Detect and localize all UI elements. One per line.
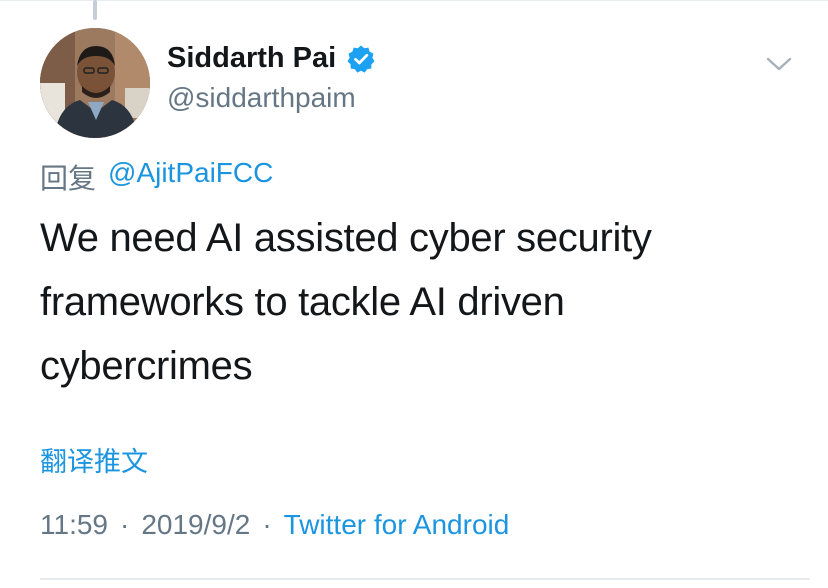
reply-prefix: 回复	[40, 162, 97, 195]
reply-context: 回复 @AjitPaiFCC	[40, 157, 273, 197]
meta-separator: ·	[262, 509, 272, 540]
tweet-text-line: We need AI assisted cyber security	[40, 216, 652, 260]
tweet-source-link[interactable]: Twitter for Android	[284, 509, 510, 541]
tweet-time: 11:59	[40, 509, 108, 540]
translate-tweet-link[interactable]: 翻译推文	[40, 440, 148, 479]
tweet-body: We need AI assisted cyber security frame…	[40, 206, 780, 398]
meta-separator: ·	[120, 509, 130, 540]
author-name-row: Siddarth Pai	[167, 42, 376, 75]
avatar-photo	[40, 28, 150, 138]
tweet-metadata: 11:59 · 2019/9/2 · Twitter for Android	[40, 509, 509, 541]
tweet-card: Siddarth Pai @siddarthpaim 回复 @AjitPaiFC…	[0, 0, 828, 588]
user-handle[interactable]: @siddarthpaim	[167, 82, 356, 114]
tweet-text-line: frameworks to tackle AI driven	[40, 280, 565, 324]
tweet-date: 2019/9/2	[141, 509, 251, 540]
display-name[interactable]: Siddarth Pai	[167, 42, 336, 75]
reply-mention-link[interactable]: @AjitPaiFCC	[108, 157, 273, 197]
bottom-divider	[40, 578, 810, 580]
verified-badge-icon	[346, 44, 376, 74]
chevron-down-icon[interactable]	[764, 54, 794, 74]
avatar[interactable]	[40, 28, 150, 138]
tweet-text-line: cybercrimes	[40, 344, 253, 388]
